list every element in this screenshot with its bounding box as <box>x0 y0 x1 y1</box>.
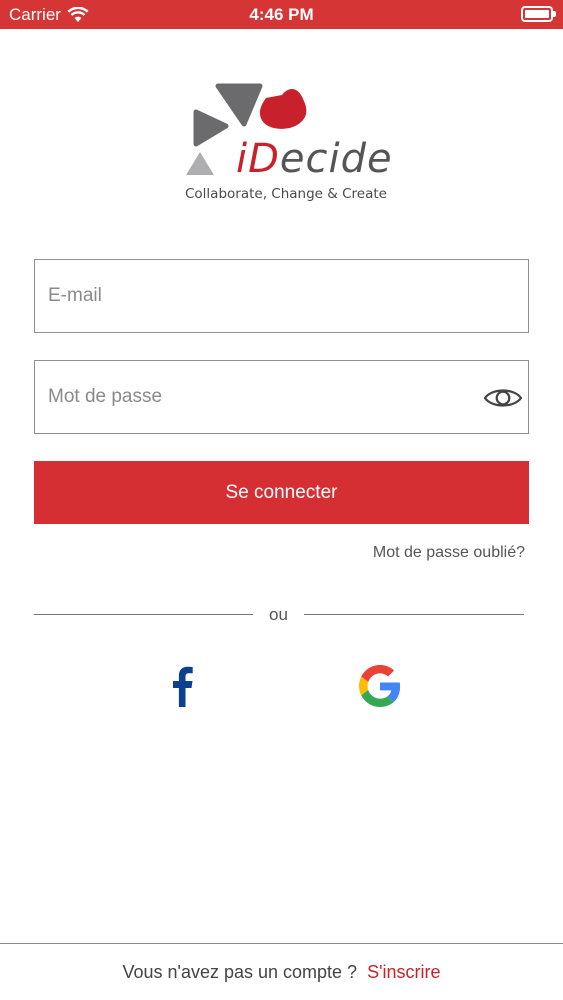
footer: Vous n'avez pas un compte ? S'inscrire <box>0 962 563 983</box>
password-input[interactable] <box>48 361 478 433</box>
footer-divider <box>0 943 563 944</box>
divider-text: ou <box>269 605 288 624</box>
signup-prompt: Vous n'avez pas un compte ? <box>122 962 358 982</box>
login-button[interactable]: Se connecter <box>34 461 529 524</box>
google-login-button[interactable] <box>359 665 401 707</box>
password-field[interactable] <box>34 360 529 434</box>
logo-wordmark-rest: ecide <box>279 136 393 182</box>
facebook-login-button[interactable] <box>164 664 204 708</box>
facebook-icon <box>173 666 193 707</box>
email-field[interactable] <box>34 259 529 333</box>
logo-wordmark-accent: iD <box>236 136 280 182</box>
forgot-password-link[interactable]: Mot de passe oublié? <box>373 544 525 562</box>
logo-wordmark: iDecide <box>236 136 393 182</box>
divider-line-left <box>34 614 253 615</box>
battery-icon <box>521 6 556 22</box>
status-time: 4:46 PM <box>249 5 314 24</box>
eye-icon[interactable] <box>483 379 523 417</box>
logo-tagline: Collaborate, Change & Create <box>185 186 387 202</box>
signup-link[interactable]: S'inscrire <box>367 962 440 982</box>
email-input[interactable] <box>48 260 478 332</box>
status-bar: Carrier 4:46 PM <box>0 0 563 29</box>
divider-line-right <box>304 614 524 615</box>
google-icon <box>359 665 401 707</box>
